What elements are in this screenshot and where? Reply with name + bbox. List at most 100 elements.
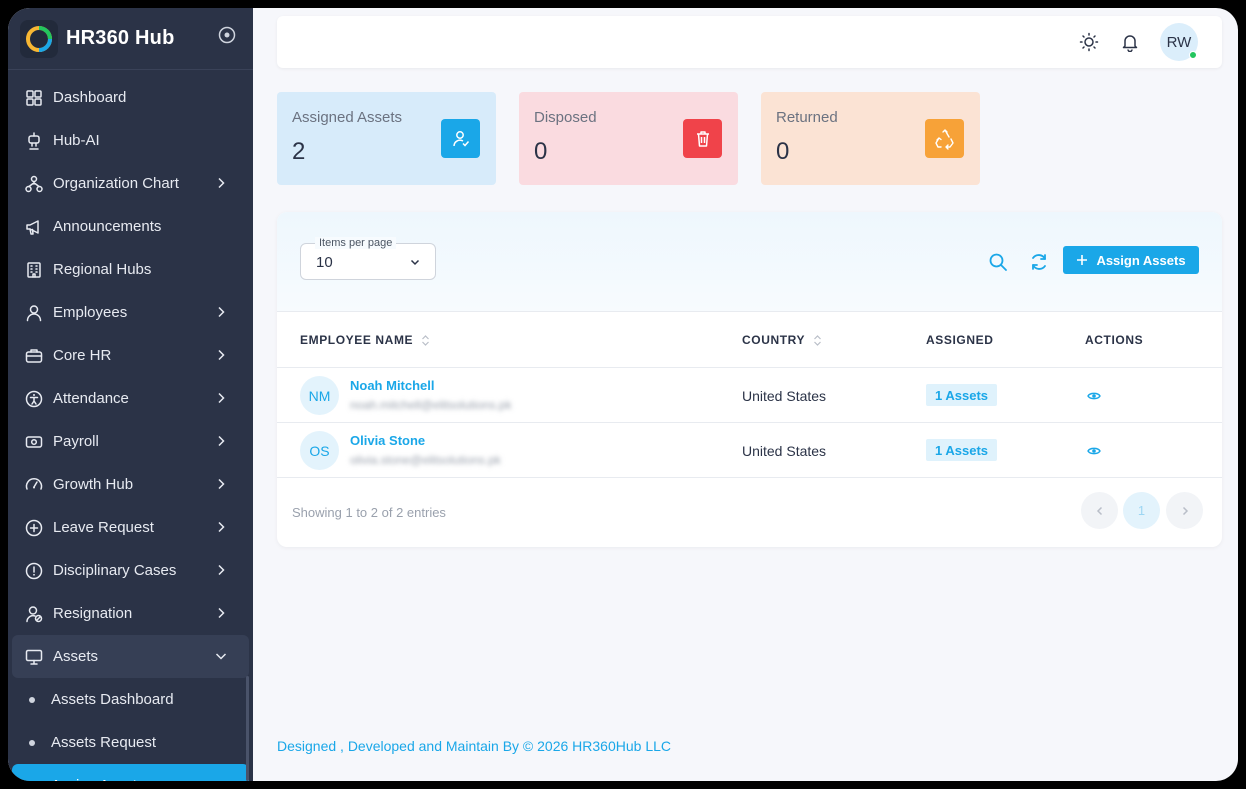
- plus-circle-icon: [24, 518, 44, 538]
- stat-label: Returned: [776, 109, 838, 126]
- sidebar-item-growth-hub[interactable]: Growth Hub: [8, 463, 253, 506]
- table-row: OS Olivia Stone olivia.stone@elitsolutio…: [277, 423, 1222, 478]
- column-header-employee-name[interactable]: EMPLOYEE NAME: [300, 333, 430, 347]
- chevron-right-icon: [218, 564, 225, 576]
- sidebar-toggle-icon[interactable]: [218, 26, 236, 44]
- table-header: EMPLOYEE NAME COUNTRY ASSIGNED ACTIONS: [277, 312, 1222, 368]
- stat-card-returned: Returned 0: [761, 92, 980, 185]
- sidebar-item-assets[interactable]: Assets: [12, 635, 249, 678]
- logo-icon: [20, 19, 58, 58]
- table-body: NM Noah Mitchell noah.mitchell@elitsolut…: [277, 368, 1222, 478]
- items-per-page-label: Items per page: [315, 237, 397, 249]
- sidebar-item-payroll[interactable]: Payroll: [8, 420, 253, 463]
- avatar-initials: RW: [1166, 33, 1192, 51]
- sidebar-item-label: Disciplinary Cases: [53, 562, 177, 579]
- employee-name-link[interactable]: Olivia Stone: [350, 433, 425, 448]
- sort-icon: [814, 334, 822, 346]
- recycle-icon: [925, 119, 964, 158]
- stat-value: 0: [534, 138, 548, 165]
- employee-avatar: NM: [300, 376, 339, 415]
- sidebar-subitem-assign-assets[interactable]: Assign Assets: [12, 764, 249, 781]
- stat-card-assigned: Assigned Assets 2: [277, 92, 496, 185]
- sidebar-item-announcements[interactable]: Announcements: [8, 205, 253, 248]
- sidebar-item-core-hr[interactable]: Core HR: [8, 334, 253, 377]
- chevron-right-icon: [218, 478, 225, 490]
- bullet-dot: [29, 740, 35, 746]
- sidebar-item-label: Dashboard: [53, 89, 127, 106]
- pagination-page-button[interactable]: 1: [1123, 492, 1160, 529]
- bullet-dot: [29, 697, 35, 703]
- employee-email: noah.mitchell@elitsolutions.pk: [350, 398, 512, 412]
- items-per-page-value: 10: [316, 254, 333, 271]
- brand: HR360 Hub: [8, 8, 253, 70]
- chevron-right-icon: [218, 306, 225, 318]
- sidebar-item-resignation[interactable]: Resignation: [8, 592, 253, 635]
- sidebar-item-label: Hub-AI: [53, 132, 100, 149]
- sidebar-item-label: Organization Chart: [53, 175, 179, 192]
- assigned-assets-table-card: Items per page 10 Assign Assets EMPLOYEE…: [277, 212, 1222, 547]
- assigned-count-badge: 1 Assets: [926, 384, 997, 406]
- chevron-right-icon: [218, 392, 225, 404]
- gauge-icon: [24, 475, 44, 495]
- topbar: RW: [277, 16, 1222, 68]
- alert-circle-icon: [24, 561, 44, 581]
- sidebar-item-organization-chart[interactable]: Organization Chart: [8, 162, 253, 205]
- page-number: 1: [1137, 503, 1146, 518]
- column-header-label: COUNTRY: [742, 333, 806, 347]
- column-header-label: ACTIONS: [1085, 333, 1144, 347]
- sidebar-item-label: Announcements: [53, 218, 162, 235]
- briefcase-icon: [24, 346, 44, 366]
- items-per-page-select[interactable]: Items per page 10: [300, 237, 436, 280]
- chevron-right-icon: [218, 607, 225, 619]
- column-header-label: EMPLOYEE NAME: [300, 333, 414, 347]
- theme-toggle-sun-icon[interactable]: [1079, 32, 1099, 52]
- view-eye-icon[interactable]: [1087, 389, 1101, 403]
- column-header-actions: ACTIONS: [1085, 333, 1143, 347]
- footer-copyright: Designed , Developed and Maintain By © 2…: [277, 738, 672, 754]
- sidebar-item-label: Payroll: [53, 433, 99, 450]
- chevron-right-icon: [218, 177, 225, 189]
- stat-label: Assigned Assets: [292, 109, 403, 126]
- column-header-country[interactable]: COUNTRY: [742, 333, 822, 347]
- sidebar-subitem-label: Assets Request: [51, 734, 157, 751]
- employee-name-link[interactable]: Noah Mitchell: [350, 378, 435, 393]
- showing-entries-text: Showing 1 to 2 of 2 entries: [292, 505, 446, 520]
- sidebar-scrollbar[interactable]: [246, 676, 249, 781]
- sidebar-item-dashboard[interactable]: Dashboard: [8, 76, 253, 119]
- assign-assets-button[interactable]: Assign Assets: [1063, 246, 1199, 274]
- monitor-icon: [24, 647, 44, 667]
- table-row: NM Noah Mitchell noah.mitchell@elitsolut…: [277, 368, 1222, 423]
- pagination-prev-button[interactable]: [1081, 492, 1118, 529]
- sidebar-item-disciplinary-cases[interactable]: Disciplinary Cases: [8, 549, 253, 592]
- megaphone-icon: [24, 217, 44, 237]
- sidebar-item-regional-hubs[interactable]: Regional Hubs: [8, 248, 253, 291]
- chevron-down-icon: [410, 259, 420, 266]
- accessibility-icon: [24, 389, 44, 409]
- sidebar-item-attendance[interactable]: Attendance: [8, 377, 253, 420]
- view-eye-icon[interactable]: [1087, 444, 1101, 458]
- robot-icon: [24, 131, 44, 151]
- employee-email: olivia.stone@elitsolutions.pk: [350, 453, 501, 467]
- dashboard-icon: [24, 88, 44, 108]
- user-avatar[interactable]: RW: [1160, 23, 1198, 61]
- refresh-icon[interactable]: [1029, 252, 1049, 272]
- sidebar-subitem-assets-dashboard[interactable]: Assets Dashboard: [8, 678, 253, 721]
- sidebar-item-label: Regional Hubs: [53, 261, 152, 278]
- sidebar-item-leave-request[interactable]: Leave Request: [8, 506, 253, 549]
- sidebar-item-label: Attendance: [53, 390, 129, 407]
- stat-value: 0: [776, 138, 790, 165]
- app-name: HR360 Hub: [66, 27, 175, 49]
- user-icon: [24, 303, 44, 323]
- sidebar-item-hub-ai[interactable]: Hub-AI: [8, 119, 253, 162]
- user-remove-icon: [24, 604, 44, 624]
- sidebar-item-label: Assets: [53, 648, 99, 665]
- notification-bell-icon[interactable]: [1120, 32, 1140, 52]
- sort-icon: [422, 334, 430, 346]
- pagination-next-button[interactable]: [1166, 492, 1203, 529]
- sidebar-item-label: Employees: [53, 304, 128, 321]
- search-icon[interactable]: [988, 252, 1008, 272]
- online-status-dot: [1189, 51, 1197, 59]
- sidebar-subitem-assets-request[interactable]: Assets Request: [8, 721, 253, 764]
- sidebar-item-label: Growth Hub: [53, 476, 134, 493]
- sidebar-item-employees[interactable]: Employees: [8, 291, 253, 334]
